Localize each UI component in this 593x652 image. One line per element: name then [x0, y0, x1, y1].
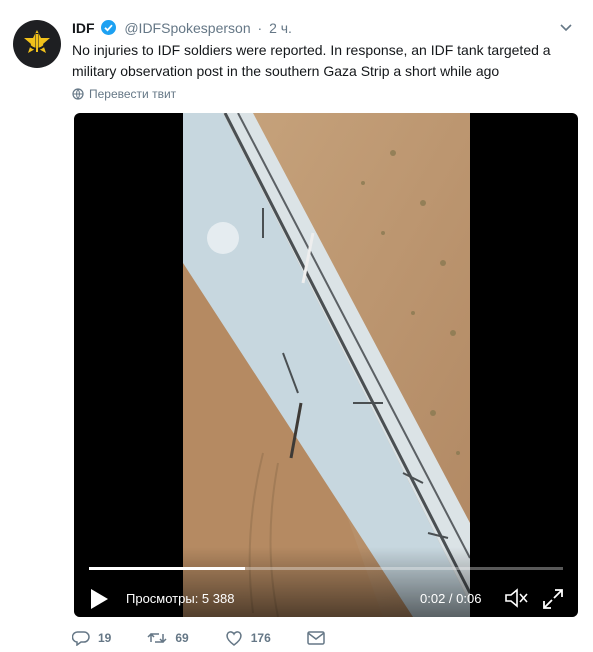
tweet-actions: 19 69 176	[72, 626, 361, 650]
display-name[interactable]: IDF	[72, 20, 95, 36]
play-button[interactable]	[89, 588, 109, 615]
tweet-text: No injuries to IDF soldiers were reporte…	[72, 42, 551, 79]
retweet-icon	[147, 632, 167, 644]
view-count: Просмотры: 5 388	[126, 591, 235, 606]
separator-dot: ·	[257, 20, 263, 36]
video-frame	[183, 113, 470, 617]
video-player[interactable]: Просмотры: 5 388 0:02 / 0:06	[74, 113, 578, 617]
heart-icon	[226, 631, 242, 646]
retweet-count: 69	[175, 631, 189, 645]
chevron-down-icon	[560, 24, 572, 32]
more-options-button[interactable]	[559, 20, 573, 36]
direct-message-button[interactable]	[307, 631, 325, 645]
reply-count: 19	[98, 631, 112, 645]
like-button[interactable]: 176	[225, 630, 271, 646]
fullscreen-button[interactable]	[541, 587, 565, 616]
like-count: 176	[250, 631, 271, 645]
tweet-timestamp[interactable]: 2 ч.	[269, 20, 292, 36]
video-progress-fill	[89, 567, 246, 570]
volume-muted-icon	[505, 588, 528, 608]
video-progress-bar[interactable]	[89, 567, 563, 570]
retweet-button[interactable]: 69	[147, 630, 189, 646]
reply-button[interactable]: 19	[72, 630, 111, 646]
user-handle[interactable]: @IDFSpokesperson	[124, 20, 250, 36]
tweet-header: IDF @IDFSpokesperson · 2 ч.	[72, 20, 573, 40]
video-controls: Просмотры: 5 388 0:02 / 0:06	[74, 547, 578, 617]
verified-badge-icon	[101, 20, 117, 35]
translate-label: Перевести твит	[89, 87, 177, 101]
translate-tweet-link[interactable]: Перевести твит	[72, 87, 176, 101]
avatar[interactable]	[13, 20, 61, 68]
tweet: IDF @IDFSpokesperson · 2 ч. No injuries …	[0, 0, 593, 652]
expand-icon	[543, 589, 563, 609]
globe-icon	[72, 88, 84, 100]
envelope-icon	[307, 631, 325, 645]
play-icon	[91, 589, 108, 609]
mute-button[interactable]	[504, 587, 530, 614]
video-timecode: 0:02 / 0:06	[420, 591, 482, 606]
idf-emblem-icon	[24, 30, 50, 53]
reply-icon	[72, 631, 90, 646]
